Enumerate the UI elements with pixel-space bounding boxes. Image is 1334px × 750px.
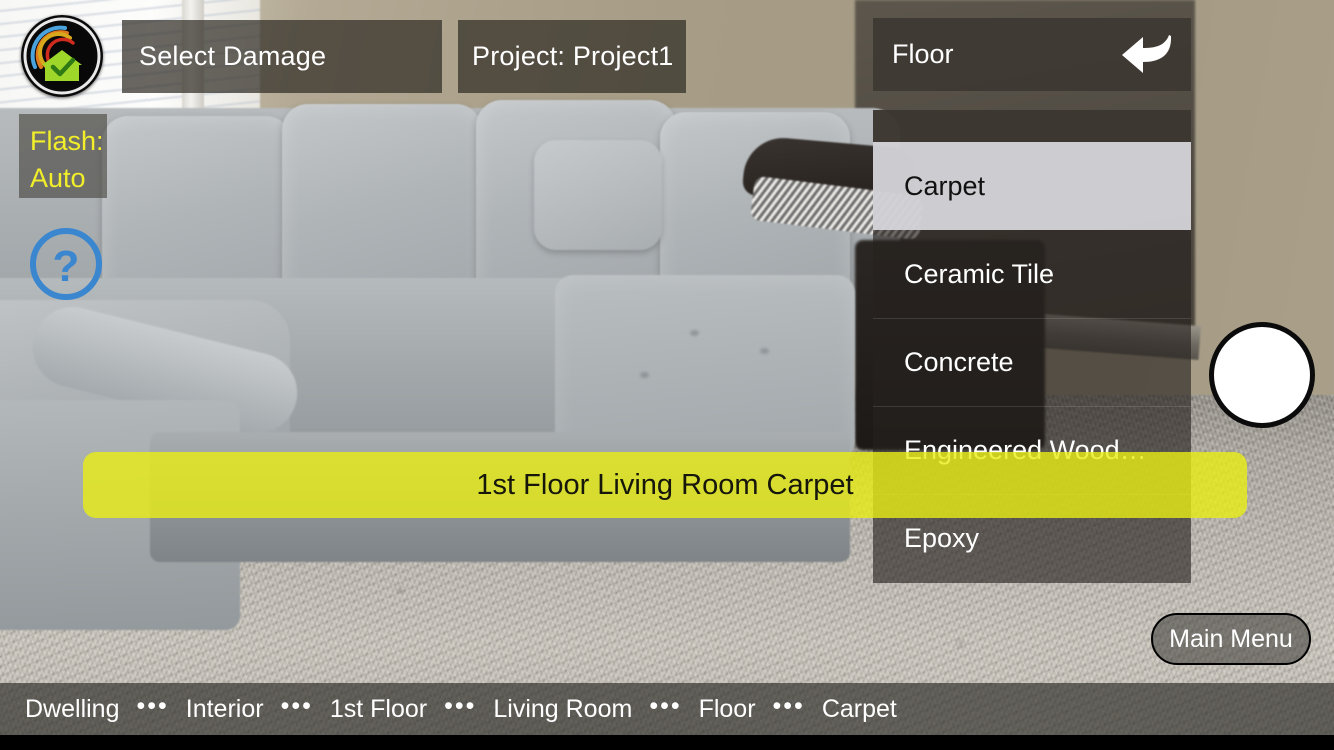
breadcrumb-item-living-room[interactable]: Living Room [493,695,632,724]
breadcrumb-item-dwelling[interactable]: Dwelling [25,695,119,724]
breadcrumb-separator: ••• [136,691,169,720]
help-button[interactable]: ? [27,225,105,303]
flash-mode-button[interactable]: Flash: Auto [19,114,107,198]
dropdown-item-concrete[interactable]: Concrete [873,318,1191,406]
main-menu-button[interactable]: Main Menu [1151,613,1311,665]
breadcrumb-separator: ••• [444,691,477,720]
main-menu-label: Main Menu [1169,624,1293,653]
sofa-throw-pillow [534,140,662,250]
breadcrumb-separator: ••• [280,691,313,720]
app-logo[interactable] [21,15,103,97]
flash-label: Flash: [30,126,104,156]
back-arrow-icon[interactable] [1119,32,1177,78]
question-mark-circle-icon: ? [30,228,102,300]
select-damage-label: Select Damage [139,41,327,71]
dropdown-item-label: Carpet [904,170,986,201]
breadcrumb-item-1st-floor[interactable]: 1st Floor [330,695,427,724]
select-damage-button[interactable]: Select Damage [122,20,442,93]
dropdown-item-label: Ceramic Tile [904,258,1055,289]
floor-header-title: Floor [892,39,954,69]
dropdown-item-label: Concrete [904,346,1014,377]
breadcrumb-item-floor[interactable]: Floor [699,695,756,724]
floor-category-header[interactable]: Floor [873,18,1191,91]
breadcrumb-separator: ••• [649,691,682,720]
dropdown-item-ceramic-tile[interactable]: Ceramic Tile [873,230,1191,318]
dropdown-item-label: Epoxy [904,522,980,553]
dropdown-header-strip [873,110,1191,142]
svg-text:?: ? [53,242,80,291]
dropdown-item-carpet[interactable]: Carpet [873,142,1191,230]
project-button[interactable]: Project: Project1 [458,20,686,93]
bottom-black-strip [0,735,1334,750]
camera-capture-screen: Select Damage Project: Project1 Flash: A… [0,0,1334,750]
breadcrumb-separator: ••• [772,691,805,720]
breadcrumb[interactable]: Dwelling ••• Interior ••• 1st Floor ••• … [0,683,1334,735]
damage-location-text: 1st Floor Living Room Carpet [476,468,854,501]
breadcrumb-item-interior[interactable]: Interior [186,695,264,724]
flash-value: Auto [30,163,86,193]
breadcrumb-item-carpet[interactable]: Carpet [822,695,897,724]
project-label: Project: Project1 [472,41,674,71]
camera-shutter-button[interactable] [1209,322,1315,428]
damage-location-banner[interactable]: 1st Floor Living Room Carpet [83,452,1247,518]
